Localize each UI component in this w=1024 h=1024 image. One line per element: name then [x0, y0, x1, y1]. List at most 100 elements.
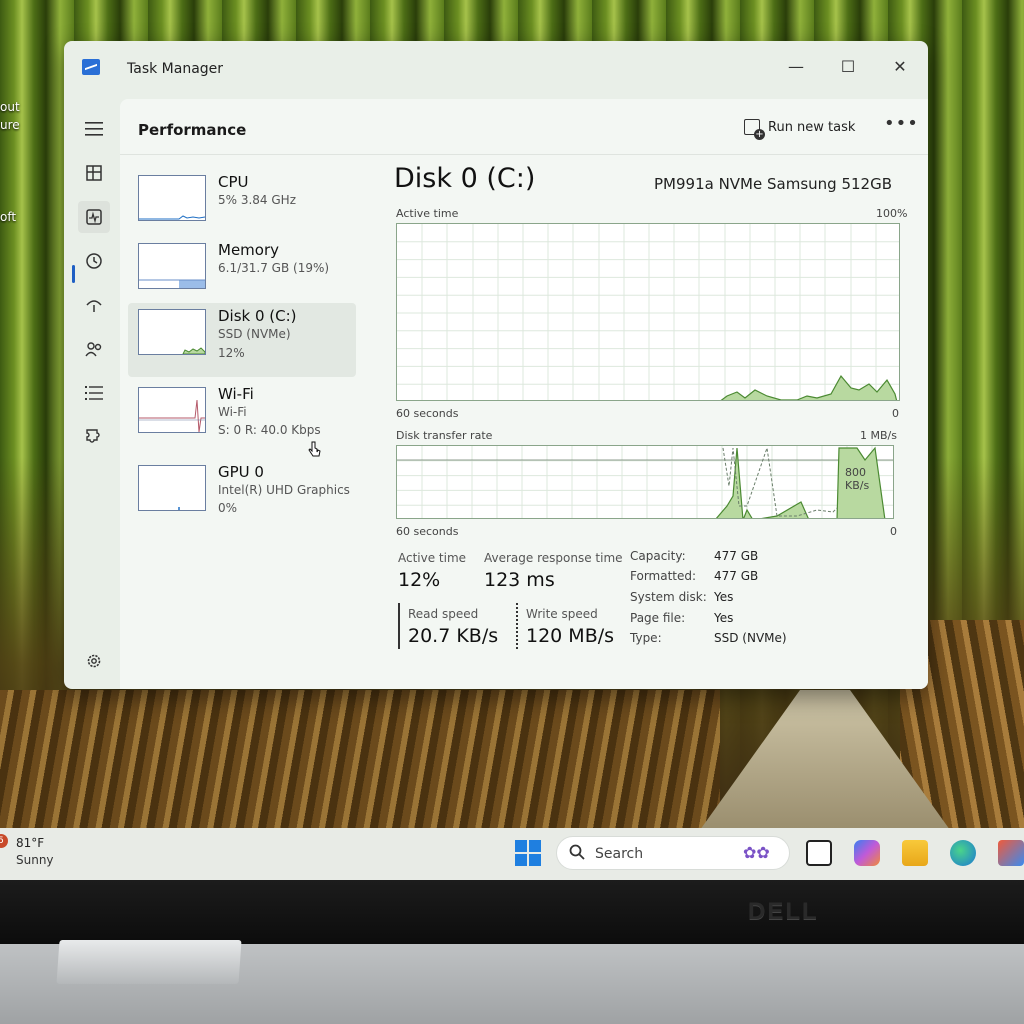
transfer-rate-max-label: 1 MB/s [860, 429, 897, 442]
perf-item-detail: Intel(R) UHD Graphics [218, 483, 350, 497]
graph1-zero: 0 [892, 407, 899, 420]
more-options-button[interactable]: ••• [884, 113, 919, 134]
taskbar: 5 81°F Sunny Search ✿✿ [0, 828, 1024, 880]
active-time-label: Active time [398, 551, 467, 565]
dell-logo: DELL [748, 898, 819, 925]
perf-item-detail: 6.1/31.7 GB (19%) [218, 261, 330, 275]
write-speed-indicator [516, 603, 518, 649]
page-title: Performance [138, 121, 247, 139]
store-icon[interactable] [998, 840, 1024, 866]
users-icon[interactable] [78, 333, 110, 365]
write-speed-value: 120 MB/s [526, 625, 615, 647]
graph1-time-span: 60 seconds [396, 407, 459, 420]
active-time-graph [396, 223, 900, 401]
title-bar[interactable]: Task Manager — ☐ ✕ [64, 41, 928, 99]
perf-item-name: CPU [218, 173, 249, 191]
laptop-bezel: DELL [0, 880, 1024, 944]
search-placeholder: Search [595, 846, 644, 862]
page-header: Performance Run new task ••• [120, 99, 928, 155]
memory-thumbnail-graph [138, 243, 206, 289]
page-file-value: Yes [714, 611, 734, 625]
services-icon[interactable] [78, 421, 110, 453]
close-button[interactable]: ✕ [880, 49, 920, 85]
desktop-icon-label[interactable]: out [0, 100, 20, 114]
type-key: Type: [630, 631, 662, 645]
run-new-task-label: Run new task [768, 119, 856, 135]
run-task-icon [744, 119, 765, 140]
active-time-value: 12% [398, 569, 441, 591]
perf-item-throughput: S: 0 R: 40.0 Kbps [218, 423, 321, 437]
gpu-thumbnail-graph [138, 465, 206, 511]
read-speed-value: 20.7 KB/s [408, 625, 499, 647]
perf-item-name: Wi-Fi [218, 385, 254, 403]
taskbar-search-box[interactable]: Search ✿✿ [556, 836, 790, 870]
performance-icon[interactable] [78, 201, 110, 233]
active-nav-indicator [72, 265, 75, 283]
performance-page: Performance Run new task ••• CPU 5% 3.84… [120, 99, 928, 689]
performance-list: CPU 5% 3.84 GHz Memory 6.1/31.7 GB (19%)… [128, 169, 358, 529]
active-time-graph-label: Active time [396, 207, 459, 220]
desktop-icon-label[interactable]: ure [0, 118, 20, 132]
run-new-task-button[interactable]: Run new task [744, 119, 856, 140]
graph2-time-span: 60 seconds [396, 525, 459, 538]
search-icon [569, 844, 585, 864]
wallpaper-ground [0, 690, 720, 830]
capacity-key: Capacity: [630, 549, 686, 563]
file-explorer-icon[interactable] [902, 840, 928, 866]
perf-item-gpu[interactable]: GPU 0 Intel(R) UHD Graphics 0% [128, 459, 356, 533]
perf-item-disk[interactable]: Disk 0 (C:) SSD (NVMe) 12% [128, 303, 356, 377]
perf-item-name: Disk 0 (C:) [218, 307, 297, 325]
perf-item-usage: 12% [218, 346, 245, 360]
details-icon[interactable] [78, 377, 110, 409]
disk-thumbnail-graph [138, 309, 206, 355]
settings-icon[interactable] [78, 645, 110, 677]
disk-title: Disk 0 (C:) [394, 163, 536, 194]
desktop-icon-label[interactable]: oft [0, 210, 16, 224]
wifi-thumbnail-graph [138, 387, 206, 433]
task-view-icon[interactable] [806, 840, 832, 866]
weather-temperature[interactable]: 81°F [16, 836, 44, 850]
side-navigation [64, 99, 120, 689]
read-speed-label: Read speed [408, 607, 479, 621]
maximize-button[interactable]: ☐ [828, 49, 868, 85]
perf-item-detail: 5% 3.84 GHz [218, 193, 297, 207]
task-manager-window: Task Manager — ☐ ✕ Performance + Run new… [64, 41, 928, 689]
perf-item-memory[interactable]: Memory 6.1/31.7 GB (19%) [128, 237, 356, 311]
transfer-rate-graph-label: Disk transfer rate [396, 429, 493, 442]
system-disk-key: System disk: [630, 590, 707, 604]
perf-item-name: GPU 0 [218, 463, 264, 481]
graph2-zero: 0 [890, 525, 897, 538]
processes-icon[interactable] [78, 157, 110, 189]
start-icon[interactable] [515, 840, 541, 866]
system-disk-value: Yes [714, 590, 734, 604]
edge-icon[interactable] [950, 840, 976, 866]
app-history-icon[interactable] [78, 245, 110, 277]
capacity-value: 477 GB [714, 549, 759, 563]
perf-item-usage: 0% [218, 501, 238, 515]
transfer-rate-mid-label: 800 KB/s [845, 466, 870, 492]
window-title: Task Manager [127, 61, 224, 77]
laptop-hinge [56, 940, 242, 984]
perf-item-cpu[interactable]: CPU 5% 3.84 GHz [128, 169, 356, 243]
disk-model: PM991a NVMe Samsung 512GB [654, 175, 892, 193]
weather-badge[interactable]: 5 [0, 834, 8, 848]
page-file-key: Page file: [630, 611, 686, 625]
weather-condition[interactable]: Sunny [16, 853, 54, 867]
task-manager-app-icon [82, 59, 100, 75]
perf-item-name: Memory [218, 241, 280, 259]
cpu-thumbnail-graph [138, 175, 206, 221]
read-speed-indicator [398, 603, 400, 649]
search-highlight-icon: ✿✿ [743, 843, 770, 862]
menu-icon[interactable] [78, 113, 110, 145]
microsoft-365-icon[interactable] [854, 840, 880, 866]
avg-response-label: Average response time [484, 551, 623, 565]
minimize-button[interactable]: — [776, 49, 816, 85]
startup-apps-icon[interactable] [78, 289, 110, 321]
write-speed-label: Write speed [526, 607, 598, 621]
formatted-value: 477 GB [714, 569, 759, 583]
perf-item-detail: Wi-Fi [218, 405, 247, 419]
formatted-key: Formatted: [630, 569, 697, 583]
type-value: SSD (NVMe) [714, 631, 787, 645]
avg-response-value: 123 ms [484, 569, 555, 591]
perf-item-detail: SSD (NVMe) [218, 327, 291, 341]
